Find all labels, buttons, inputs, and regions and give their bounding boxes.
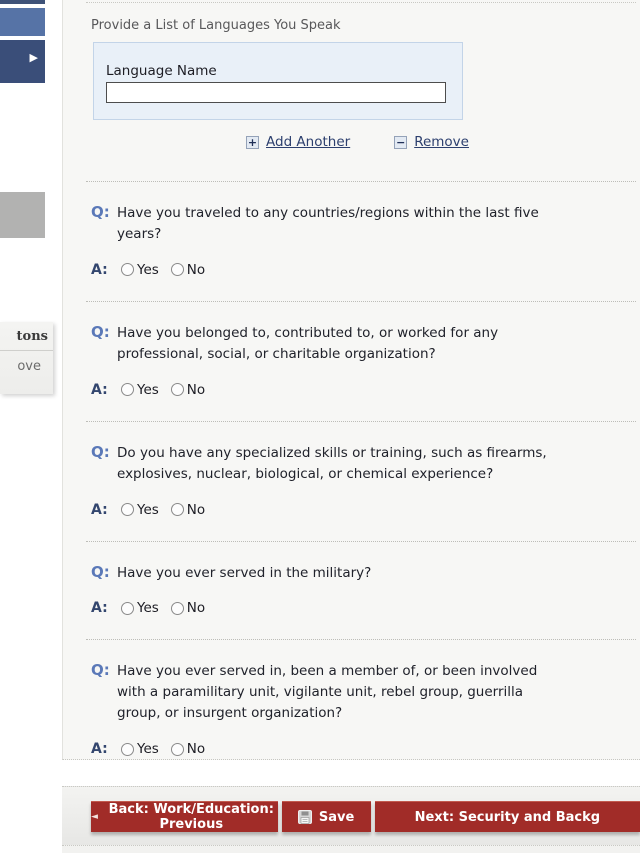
- language-name-input[interactable]: [106, 82, 446, 103]
- add-another-link[interactable]: + Add Another: [246, 134, 350, 150]
- radio-button-icon[interactable]: [121, 743, 134, 756]
- radio-yes[interactable]: Yes: [121, 262, 159, 278]
- help-panel-text: ove: [0, 351, 53, 374]
- footer-button-bar: ◄ Back: Work/Education: Previous Save Ne…: [62, 786, 640, 845]
- sidebar-bar-top: [0, 0, 45, 4]
- question-text: Have you ever served in the military?: [117, 563, 559, 584]
- add-remove-row: + Add Another − Remove: [246, 134, 640, 150]
- footer-bottom-strip: [62, 845, 640, 853]
- remove-link[interactable]: − Remove: [394, 134, 469, 150]
- radio-yes[interactable]: Yes: [121, 600, 159, 616]
- a-prefix: A:: [91, 600, 121, 616]
- add-another-label: Add Another: [266, 134, 350, 150]
- q-prefix: Q:: [91, 563, 117, 584]
- sidebar-expand-button[interactable]: ▶: [0, 40, 45, 83]
- help-panel: tons ove: [0, 322, 53, 394]
- sidebar-gray-block: [0, 192, 45, 238]
- radio-button-icon[interactable]: [121, 602, 134, 615]
- radio-no[interactable]: No: [171, 741, 205, 757]
- next-button-label: Next: Security and Backg: [415, 810, 600, 825]
- languages-section-label: Provide a List of Languages You Speak: [91, 18, 640, 33]
- radio-button-icon[interactable]: [121, 383, 134, 396]
- question-text: Have you ever served in, been a member o…: [117, 661, 559, 724]
- question-block-military: Q: Have you ever served in the military?…: [63, 542, 640, 640]
- question-text: Do you have any specialized skills or tr…: [117, 443, 559, 485]
- question-text: Have you traveled to any countries/regio…: [117, 203, 559, 245]
- next-button[interactable]: Next: Security and Backg: [375, 801, 640, 832]
- top-divider: [86, 2, 636, 3]
- radio-no[interactable]: No: [171, 262, 205, 278]
- question-block-paramilitary: Q: Have you ever served in, been a membe…: [63, 640, 640, 780]
- save-icon: [298, 810, 312, 824]
- radio-no[interactable]: No: [171, 382, 205, 398]
- radio-no[interactable]: No: [171, 600, 205, 616]
- minus-icon: −: [394, 136, 407, 149]
- q-prefix: Q:: [91, 203, 117, 245]
- a-prefix: A:: [91, 382, 121, 398]
- radio-button-icon[interactable]: [171, 263, 184, 276]
- question-block-skills: Q: Do you have any specialized skills or…: [63, 422, 640, 541]
- radio-yes[interactable]: Yes: [121, 502, 159, 518]
- back-button-label: Back: Work/Education: Previous: [105, 802, 278, 832]
- a-prefix: A:: [91, 741, 121, 757]
- a-prefix: A:: [91, 262, 121, 278]
- radio-button-icon[interactable]: [171, 602, 184, 615]
- question-text: Have you belonged to, contributed to, or…: [117, 323, 559, 365]
- radio-yes[interactable]: Yes: [121, 741, 159, 757]
- radio-button-icon[interactable]: [121, 263, 134, 276]
- help-panel-title: tons: [0, 322, 53, 351]
- radio-button-icon[interactable]: [171, 743, 184, 756]
- remove-label: Remove: [414, 134, 469, 150]
- radio-no[interactable]: No: [171, 502, 205, 518]
- radio-button-icon[interactable]: [171, 503, 184, 516]
- q-prefix: Q:: [91, 661, 117, 724]
- language-name-label: Language Name: [106, 63, 462, 79]
- save-button-label: Save: [319, 810, 354, 825]
- sidebar-bar-blue: [0, 8, 45, 36]
- question-block-organization: Q: Have you belonged to, contributed to,…: [63, 302, 640, 421]
- form-panel: Provide a List of Languages You Speak La…: [62, 0, 640, 760]
- radio-button-icon[interactable]: [121, 503, 134, 516]
- question-block-travel: Q: Have you traveled to any countries/re…: [63, 182, 640, 301]
- q-prefix: Q:: [91, 323, 117, 365]
- a-prefix: A:: [91, 502, 121, 518]
- language-fieldset: Language Name: [93, 42, 463, 120]
- chevron-right-icon: ▶: [30, 52, 38, 63]
- radio-yes[interactable]: Yes: [121, 382, 159, 398]
- plus-icon: +: [246, 136, 259, 149]
- q-prefix: Q:: [91, 443, 117, 485]
- save-button[interactable]: Save: [282, 801, 371, 832]
- radio-button-icon[interactable]: [171, 383, 184, 396]
- back-button[interactable]: ◄ Back: Work/Education: Previous: [91, 801, 278, 832]
- back-arrow-icon: ◄: [91, 812, 98, 822]
